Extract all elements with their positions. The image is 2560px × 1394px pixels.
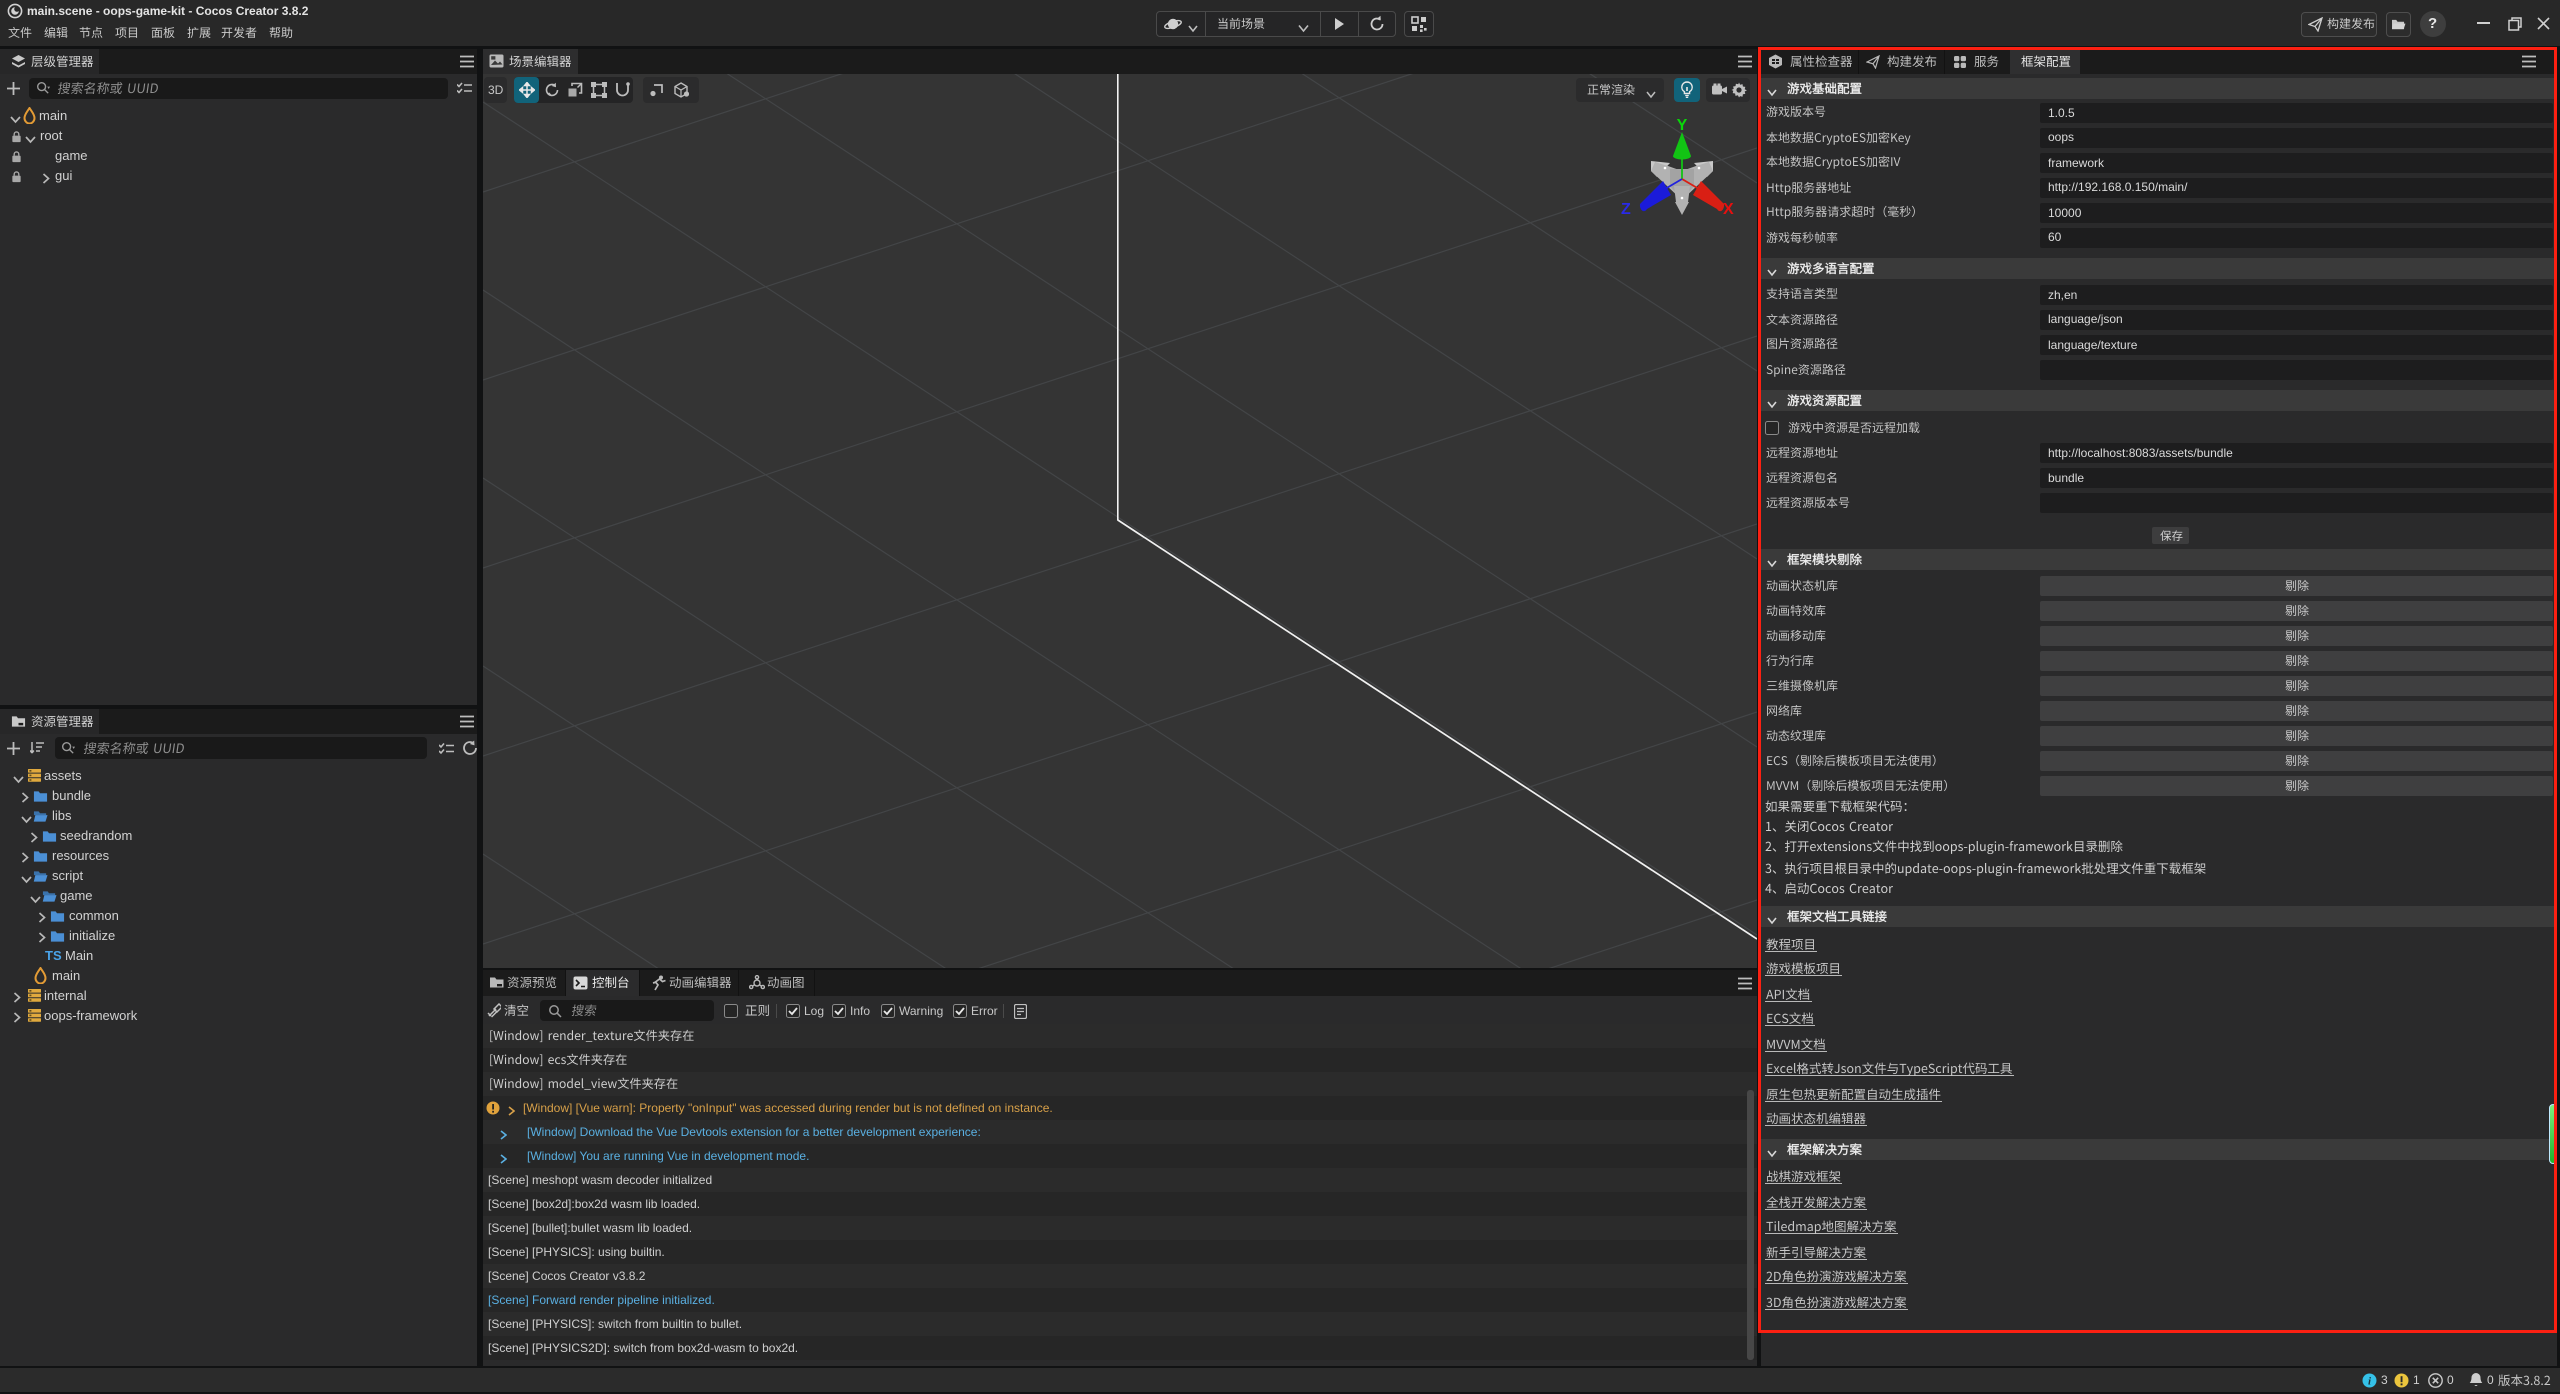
svg-text:Y: Y <box>1677 117 1688 134</box>
svg-text:Z: Z <box>1621 201 1631 218</box>
svg-text:X: X <box>1723 201 1734 218</box>
